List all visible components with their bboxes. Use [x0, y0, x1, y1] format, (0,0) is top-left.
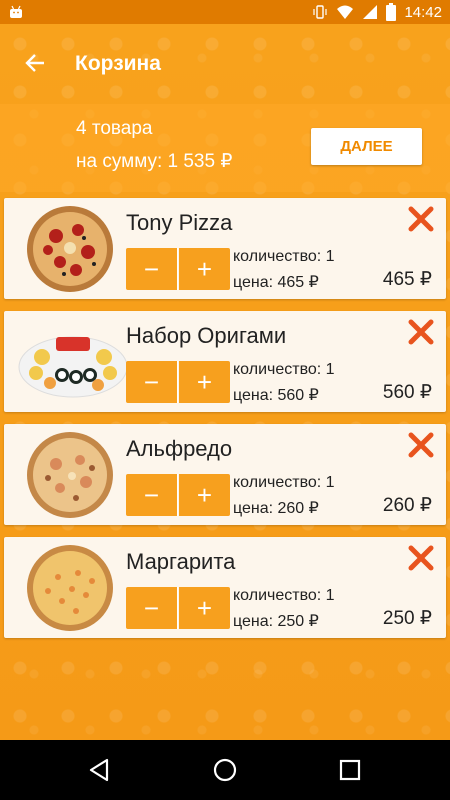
- item-total: 560 ₽: [382, 382, 432, 403]
- quantity-stepper: − +: [126, 361, 230, 403]
- sushi-set-icon: [18, 336, 128, 398]
- remove-icon[interactable]: [408, 545, 434, 571]
- next-button[interactable]: ДАЛЕЕ: [311, 128, 422, 165]
- quantity-stepper: − +: [126, 587, 230, 629]
- app-bar: Корзина: [0, 24, 450, 104]
- decrease-button[interactable]: −: [126, 361, 178, 403]
- item-name: Альфредо: [126, 436, 233, 461]
- nav-home-icon[interactable]: [212, 757, 238, 783]
- item-quantity: количество: 1: [233, 587, 335, 604]
- increase-button[interactable]: +: [179, 361, 230, 403]
- cart-item: Маргарита − + количество: 1 цена: 250 ₽ …: [4, 537, 446, 638]
- item-name: Маргарита: [126, 549, 236, 574]
- item-total: 260 ₽: [382, 495, 432, 516]
- cart-summary: 4 товара на сумму: 1 535 ₽ ДАЛЕЕ: [0, 104, 450, 192]
- increase-button[interactable]: +: [179, 248, 230, 290]
- battery-icon: [386, 3, 397, 21]
- item-quantity: количество: 1: [233, 361, 335, 378]
- nav-back-icon[interactable]: [87, 757, 113, 783]
- cart-item: Набор Оригами − + количество: 1 цена: 56…: [4, 311, 446, 412]
- item-total: 250 ₽: [382, 608, 432, 629]
- status-bar: 14:42: [0, 0, 450, 24]
- remove-icon[interactable]: [408, 319, 434, 345]
- pizza-icon: [27, 206, 113, 292]
- decrease-button[interactable]: −: [126, 474, 178, 516]
- back-button[interactable]: [18, 46, 52, 80]
- item-price: цена: 250 ₽: [233, 613, 319, 630]
- remove-icon[interactable]: [408, 432, 434, 458]
- signal-icon: [363, 5, 378, 19]
- quantity-stepper: − +: [126, 474, 230, 516]
- item-price: цена: 560 ₽: [233, 387, 319, 404]
- page-title: Корзина: [75, 52, 161, 75]
- pizza-icon: [27, 545, 113, 631]
- remove-icon[interactable]: [408, 206, 434, 232]
- cart-item: Tony Pizza − + количество: 1 цена: 465 ₽…: [4, 198, 446, 299]
- navigation-bar: [0, 740, 450, 800]
- clock: 14:42: [404, 3, 442, 21]
- pizza-icon: [27, 432, 113, 518]
- nav-recents-icon[interactable]: [337, 757, 363, 783]
- total-sum: на сумму: 1 535 ₽: [76, 151, 233, 172]
- decrease-button[interactable]: −: [126, 248, 178, 290]
- vibrate-icon: [313, 5, 328, 19]
- decrease-button[interactable]: −: [126, 587, 178, 629]
- item-price: цена: 465 ₽: [233, 274, 319, 291]
- arrow-back-icon: [25, 54, 44, 72]
- increase-button[interactable]: +: [179, 587, 230, 629]
- item-quantity: количество: 1: [233, 474, 335, 491]
- item-name: Tony Pizza: [126, 210, 233, 235]
- item-total: 465 ₽: [382, 269, 432, 290]
- item-price: цена: 260 ₽: [233, 500, 319, 517]
- increase-button[interactable]: +: [179, 474, 230, 516]
- android-icon: [10, 5, 22, 18]
- item-quantity: количество: 1: [233, 248, 335, 265]
- items-count: 4 товара: [76, 118, 153, 139]
- quantity-stepper: − +: [126, 248, 230, 290]
- cart-item: Альфредо − + количество: 1 цена: 260 ₽ 2…: [4, 424, 446, 525]
- item-name: Набор Оригами: [126, 323, 287, 348]
- wifi-icon: [337, 5, 354, 19]
